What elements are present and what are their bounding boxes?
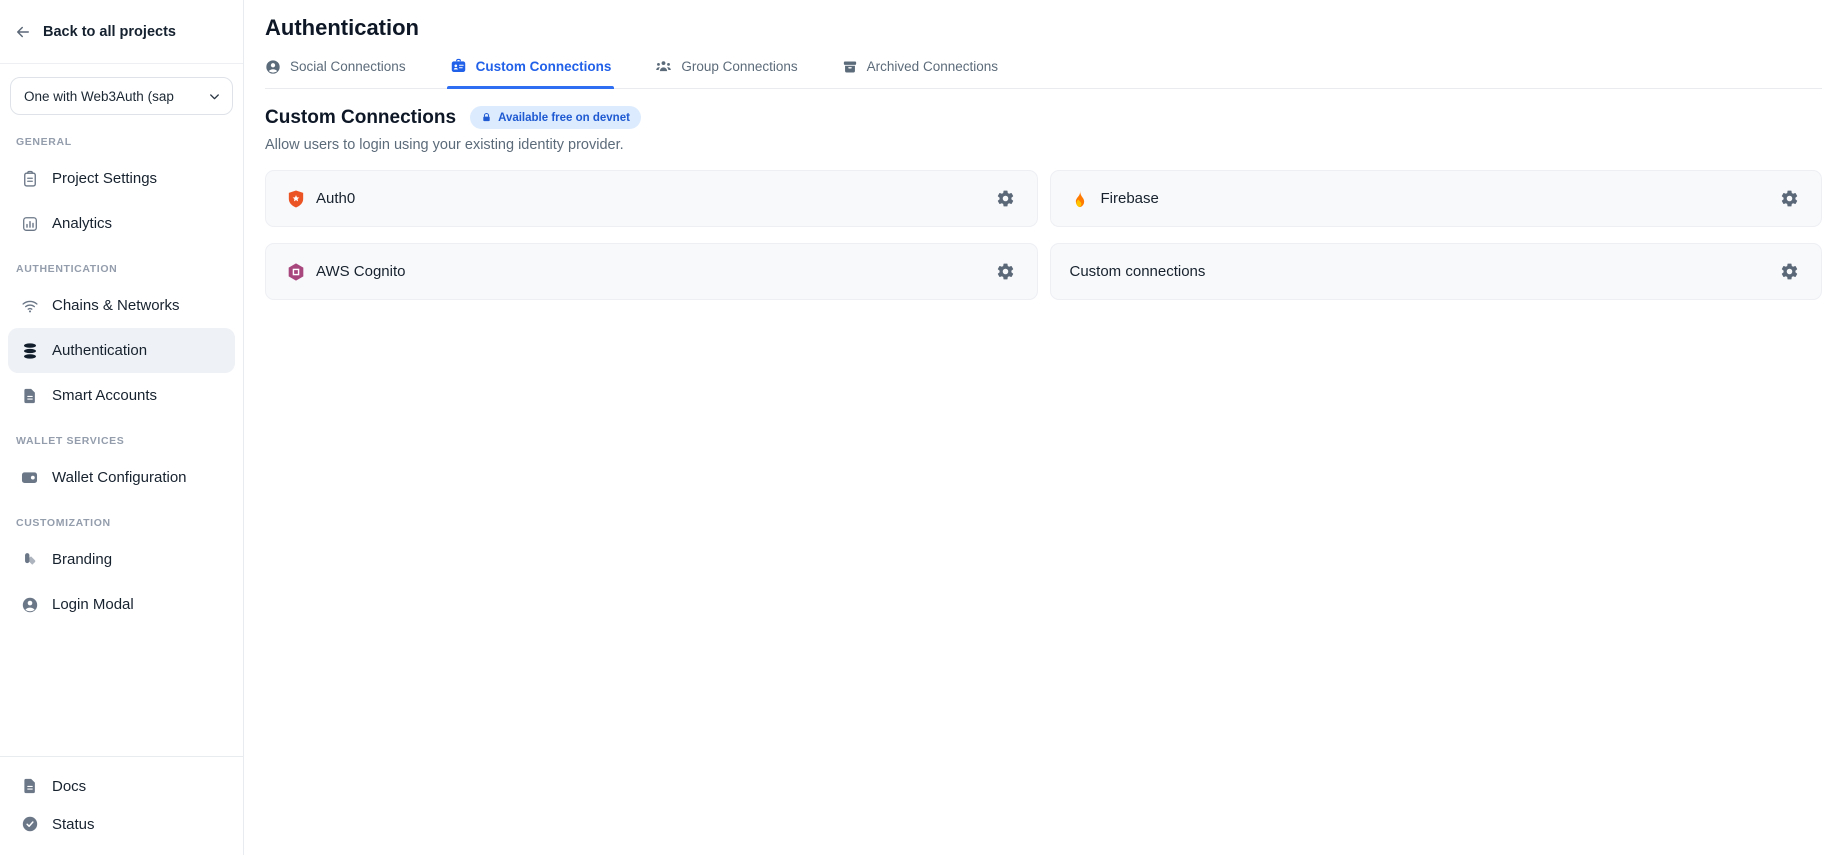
back-to-projects-button[interactable]: Back to all projects [0,0,243,64]
arrow-left-icon [14,23,32,41]
sidebar-nav: GENERAL Project Settings Analytics AUTHE… [0,119,243,627]
project-selector-value: One with Web3Auth (sap [24,89,174,104]
tab-label: Archived Connections [867,59,998,74]
card-label: Custom connections [1070,263,1206,280]
sidebar-item-chains-networks[interactable]: Chains & Networks [8,283,235,328]
check-circle-icon [20,815,39,833]
card-label: Firebase [1101,190,1159,207]
lock-icon [481,112,492,123]
sidebar-item-docs[interactable]: Docs [8,767,235,805]
sidebar-item-analytics[interactable]: Analytics [8,201,235,246]
sidebar-item-project-settings[interactable]: Project Settings [8,156,235,201]
tab-social-connections[interactable]: Social Connections [265,58,406,88]
card-label: Auth0 [316,190,355,207]
sidebar-item-login-modal[interactable]: Login Modal [8,582,235,627]
paintbrush-icon [20,551,39,569]
card-firebase[interactable]: Firebase [1050,170,1823,227]
sidebar-item-wallet-configuration[interactable]: Wallet Configuration [8,455,235,500]
sidebar-item-smart-accounts[interactable]: Smart Accounts [8,373,235,418]
section-label-wallet-services: WALLET SERVICES [8,418,235,455]
custom-connections-settings-gear-icon[interactable] [1780,262,1799,281]
card-custom-connections[interactable]: Custom connections [1050,243,1823,300]
sidebar-spacer [0,627,243,756]
tab-custom-connections[interactable]: Custom Connections [450,58,612,88]
firebase-logo-icon [1070,189,1091,209]
wallet-icon [20,468,39,487]
section-label-authentication: AUTHENTICATION [8,246,235,283]
project-selector[interactable]: One with Web3Auth (sap [10,77,233,115]
people-group-icon [655,58,672,75]
connection-cards: Auth0 Firebase AWS Cognito [265,170,1822,300]
sidebar-item-label: Smart Accounts [52,387,157,404]
clipboard-icon [20,170,39,188]
auth0-logo-icon [285,189,306,209]
tab-label: Custom Connections [476,59,612,74]
firebase-settings-gear-icon[interactable] [1780,189,1799,208]
sidebar: Back to all projects One with Web3Auth (… [0,0,244,855]
card-auth0[interactable]: Auth0 [265,170,1038,227]
badge-label: Available free on devnet [498,112,630,124]
section-heading: Custom Connections [265,107,456,129]
sidebar-footer: Docs Status [0,757,243,855]
sidebar-item-branding[interactable]: Branding [8,537,235,582]
sidebar-item-status[interactable]: Status [8,805,235,843]
sidebar-item-label: Chains & Networks [52,297,180,314]
main-content: Authentication Social Connections Custom… [244,0,1840,855]
user-circle-icon [20,596,39,614]
sidebar-item-label: Analytics [52,215,112,232]
sidebar-item-label: Status [52,816,95,833]
sidebar-item-label: Authentication [52,342,147,359]
auth0-settings-gear-icon[interactable] [996,189,1015,208]
tab-label: Social Connections [290,59,406,74]
card-aws-cognito[interactable]: AWS Cognito [265,243,1038,300]
sidebar-item-authentication[interactable]: Authentication [8,328,235,373]
back-label: Back to all projects [43,24,176,40]
bar-chart-icon [20,215,39,233]
section-header: Custom Connections Available free on dev… [265,106,1822,129]
sidebar-item-label: Wallet Configuration [52,469,187,486]
chevron-down-icon [207,89,222,104]
sidebar-item-label: Project Settings [52,170,157,187]
database-icon [20,342,39,360]
wifi-icon [20,297,39,315]
archive-box-icon [842,59,858,75]
tab-archived-connections[interactable]: Archived Connections [842,58,998,88]
section-subtitle: Allow users to login using your existing… [265,137,1822,153]
card-label: AWS Cognito [316,263,405,280]
tab-bar: Social Connections Custom Connections Gr… [265,58,1822,89]
id-card-icon [450,58,467,75]
sidebar-item-label: Login Modal [52,596,134,613]
sidebar-item-label: Branding [52,551,112,568]
section-label-customization: CUSTOMIZATION [8,500,235,537]
page-title: Authentication [265,15,1822,41]
person-circle-icon [265,59,281,75]
sidebar-item-label: Docs [52,778,86,795]
devnet-badge: Available free on devnet [470,106,641,129]
docs-icon [20,777,39,795]
tab-group-connections[interactable]: Group Connections [655,58,797,88]
tab-label: Group Connections [681,59,797,74]
aws-cognito-settings-gear-icon[interactable] [996,262,1015,281]
aws-cognito-logo-icon [285,262,306,282]
app-window: Back to all projects One with Web3Auth (… [0,0,1840,855]
file-icon [20,387,39,405]
section-label-general: GENERAL [8,119,235,156]
